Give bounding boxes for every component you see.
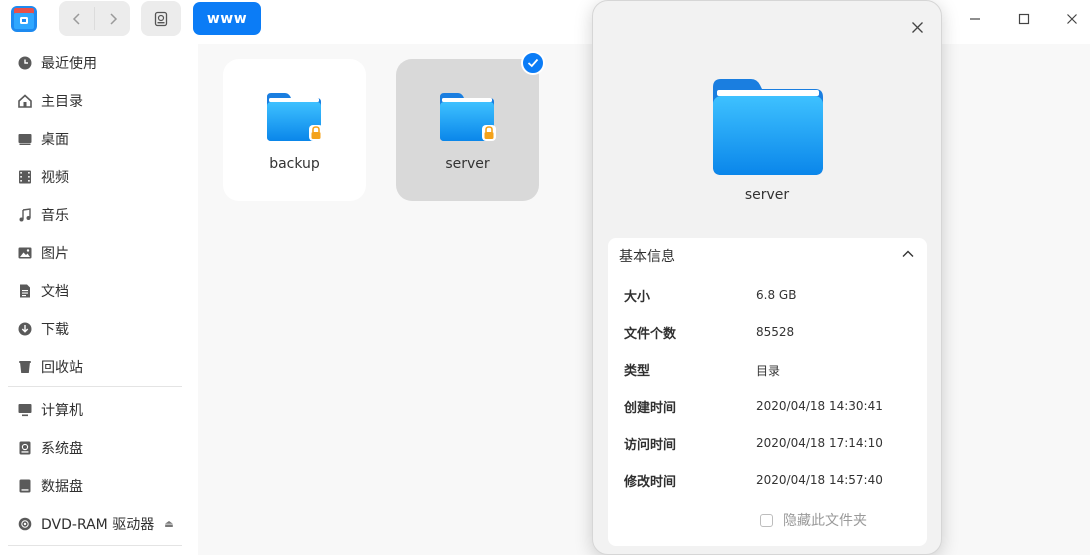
sidebar-item-data-disk[interactable]: 数据盘	[0, 468, 190, 504]
sidebar-item-recent[interactable]: 最近使用	[0, 45, 190, 81]
info-value: 2020/04/18 14:30:41	[756, 399, 883, 413]
sidebar-item-dvd-drive[interactable]: DVD-RAM 驱动器 ⏏	[0, 506, 190, 542]
info-row-size: 大小 6.8 GB	[624, 286, 914, 306]
hide-folder-option[interactable]: 隐藏此文件夹	[760, 510, 867, 530]
info-row-type: 类型 目录	[624, 360, 914, 380]
folder-icon	[440, 93, 496, 141]
sidebar-item-downloads[interactable]: 下载	[0, 311, 190, 347]
breadcrumb-current[interactable]: www	[193, 2, 261, 35]
file-manager-logo-icon[interactable]	[9, 4, 39, 34]
eject-icon[interactable]: ⏏	[164, 519, 173, 530]
sidebar-item-label: 计算机	[41, 403, 83, 419]
large-folder-icon	[713, 79, 823, 175]
file-name: backup	[269, 156, 320, 172]
file-item-server[interactable]: server	[396, 59, 539, 201]
back-button[interactable]	[59, 1, 94, 36]
sidebar-item-system-disk[interactable]: 系统盘	[0, 430, 190, 466]
sidebar-item-home[interactable]: 主目录	[0, 83, 190, 119]
video-icon	[17, 169, 33, 185]
sidebar-item-label: 数据盘	[41, 479, 83, 495]
sidebar-item-label: 文档	[41, 284, 69, 300]
info-key: 大小	[624, 290, 651, 305]
forward-button[interactable]	[95, 1, 130, 36]
sidebar-item-music[interactable]: 音乐	[0, 197, 190, 233]
minimize-button[interactable]	[961, 8, 989, 30]
section-title: 基本信息	[619, 249, 675, 265]
sidebar-item-label: 音乐	[41, 208, 69, 224]
desktop-icon	[17, 131, 33, 147]
info-key: 文件个数	[624, 327, 677, 342]
sidebar-divider	[8, 545, 182, 546]
info-value: 85528	[756, 325, 795, 339]
view-mode-button[interactable]	[141, 1, 181, 36]
home-icon	[17, 93, 33, 109]
sidebar-item-video[interactable]: 视频	[0, 159, 190, 195]
info-value: 2020/04/18 17:14:10	[756, 436, 883, 450]
navigation-buttons	[59, 1, 130, 36]
disk-icon	[17, 440, 33, 456]
info-key: 访问时间	[624, 438, 677, 453]
info-value: 目录	[756, 364, 781, 378]
close-icon	[1067, 14, 1077, 24]
sidebar-item-label: DVD-RAM 驱动器	[41, 517, 155, 533]
file-name: server	[445, 156, 490, 172]
hide-folder-label: 隐藏此文件夹	[783, 513, 867, 529]
picture-icon	[17, 245, 33, 261]
sidebar-item-pictures[interactable]: 图片	[0, 235, 190, 271]
file-item-backup[interactable]: backup	[223, 59, 366, 201]
folder-icon	[267, 93, 323, 141]
sidebar-item-label: 视频	[41, 170, 69, 186]
computer-icon	[17, 402, 33, 418]
download-icon	[17, 321, 33, 337]
document-icon	[17, 283, 33, 299]
sidebar-item-trash[interactable]: 回收站	[0, 349, 190, 385]
sidebar-item-computer[interactable]: 计算机	[0, 392, 190, 428]
music-icon	[17, 207, 33, 223]
maximize-button[interactable]	[1010, 8, 1038, 30]
info-row-file-count: 文件个数 85528	[624, 323, 914, 343]
sidebar-item-label: 下载	[41, 322, 69, 338]
window-close-button[interactable]	[1058, 8, 1086, 30]
disk-icon	[17, 478, 33, 494]
info-row-modified: 修改时间 2020/04/18 14:57:40	[624, 471, 914, 491]
minimize-icon	[970, 18, 980, 20]
sidebar-item-label: 最近使用	[41, 56, 97, 72]
properties-dialog: server 基本信息 大小 6.8 GB 文件个数 85528 类型 目录 创…	[592, 0, 942, 555]
sidebar-divider	[8, 386, 182, 387]
disk-view-icon	[154, 11, 168, 26]
clock-icon	[17, 55, 33, 71]
info-key: 类型	[624, 364, 651, 379]
hide-folder-checkbox[interactable]	[760, 513, 773, 527]
info-row-created: 创建时间 2020/04/18 14:30:41	[624, 397, 914, 417]
close-icon	[911, 21, 923, 33]
sidebar-item-label: 主目录	[41, 94, 83, 110]
item-name: server	[744, 187, 790, 203]
info-key: 修改时间	[624, 475, 677, 490]
sidebar-item-desktop[interactable]: 桌面	[0, 121, 190, 157]
sidebar-item-label: 桌面	[41, 132, 69, 148]
selected-check-icon[interactable]	[521, 51, 545, 75]
trash-icon	[17, 359, 33, 375]
info-value: 6.8 GB	[756, 288, 797, 302]
maximize-icon	[1018, 13, 1030, 25]
chevron-left-icon	[72, 12, 80, 25]
basic-info-section: 基本信息 大小 6.8 GB 文件个数 85528 类型 目录 创建时间 202…	[608, 238, 927, 546]
sidebar-item-label: 系统盘	[41, 441, 83, 457]
info-key: 创建时间	[624, 401, 677, 416]
sidebar-item-label: 图片	[41, 246, 69, 262]
chevron-right-icon	[109, 12, 117, 25]
chevron-up-icon[interactable]	[900, 246, 916, 262]
sidebar: 最近使用 主目录 桌面 视频 音乐 图片 文档 下载 回收站 计算机 系统盘 数…	[0, 44, 198, 555]
info-value: 2020/04/18 14:57:40	[756, 473, 883, 487]
dialog-close-button[interactable]	[905, 15, 929, 39]
sidebar-item-documents[interactable]: 文档	[0, 273, 190, 309]
info-row-accessed: 访问时间 2020/04/18 17:14:10	[624, 434, 914, 454]
sidebar-item-label: 回收站	[41, 360, 83, 376]
optical-drive-icon	[17, 516, 33, 532]
